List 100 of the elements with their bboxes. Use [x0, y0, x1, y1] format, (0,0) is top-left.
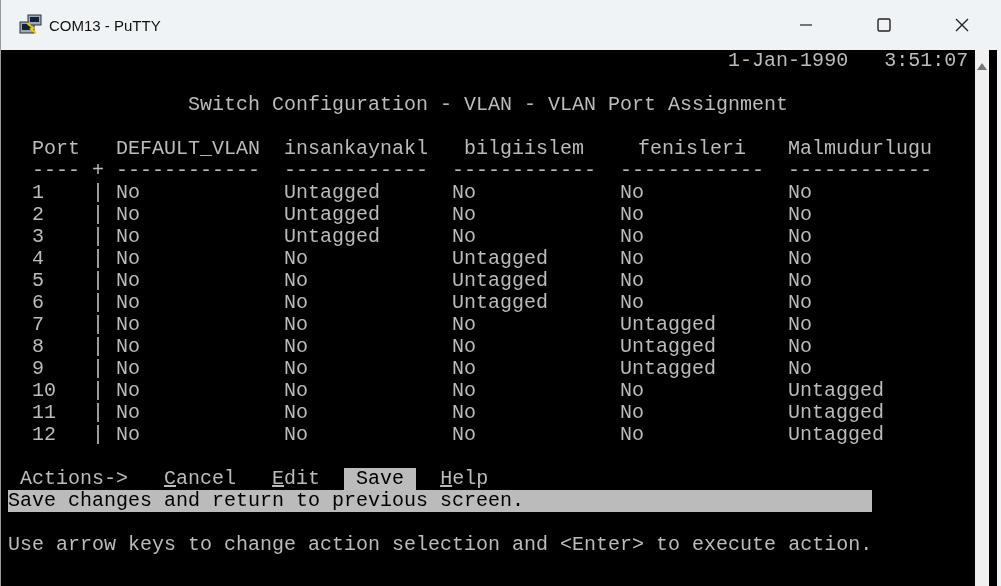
scroll-up-icon[interactable]	[977, 62, 987, 70]
table-cell: No	[788, 357, 813, 380]
table-cell: Untagged	[620, 313, 717, 336]
table-cell: No	[452, 335, 477, 358]
date-text: 1-Jan-1990	[728, 50, 849, 72]
table-cell: No	[116, 269, 140, 292]
table-cell: No	[116, 203, 140, 226]
table-cell: No	[452, 313, 477, 336]
table-cell: No	[116, 357, 140, 380]
table-cell: No	[788, 335, 813, 358]
table-cell: No	[452, 181, 477, 204]
column-header: insankaynakl	[284, 137, 429, 160]
table-cell: No	[284, 379, 309, 402]
column-header: Malmudurlugu	[788, 137, 933, 160]
close-icon[interactable]	[954, 17, 970, 33]
terminal-icon	[19, 14, 43, 36]
rule-text: ------------	[116, 159, 261, 182]
window-title: COM13 - PuTTY	[49, 16, 161, 34]
port-number: 6	[32, 291, 44, 314]
table-cell: No	[788, 225, 813, 248]
table-cell: Untagged	[452, 269, 549, 292]
table-cell: No	[788, 203, 813, 226]
table-cell: No	[452, 401, 477, 424]
rule-text: +	[92, 159, 104, 182]
time-text: 3:51:07	[884, 50, 969, 72]
table-cell: Untagged	[284, 225, 381, 248]
table-cell: No	[284, 269, 309, 292]
table-cell: No	[620, 203, 645, 226]
table-cell: No	[284, 247, 309, 270]
port-number: 8	[32, 335, 44, 358]
table-cell: No	[284, 335, 309, 358]
row-separator: |	[92, 181, 104, 204]
action-item[interactable]: Help	[428, 468, 501, 490]
table-cell: No	[788, 291, 813, 314]
port-number: 4	[32, 247, 44, 270]
table-cell: No	[452, 379, 477, 402]
row-separator: |	[92, 379, 104, 402]
port-number: 10	[32, 379, 56, 402]
rule-text: ----	[32, 159, 80, 182]
row-separator: |	[92, 357, 104, 380]
row-separator: |	[92, 423, 104, 446]
rule-text: ------------	[452, 159, 597, 182]
row-separator: |	[92, 335, 104, 358]
table-cell: No	[116, 401, 140, 424]
rule-text: ------------	[284, 159, 429, 182]
column-header: fenisleri	[638, 137, 747, 160]
hint-text: Use arrow keys to change action selection and <Enter> to execute action.	[8, 534, 873, 556]
table-cell: Untagged	[452, 247, 549, 270]
table-cell: No	[116, 379, 140, 402]
table-cell: No	[620, 247, 645, 270]
table-cell: No	[116, 423, 140, 446]
port-number: 2	[32, 203, 44, 226]
table-cell: No	[788, 247, 813, 270]
table-cell: No	[788, 269, 813, 292]
table-cell: No	[620, 379, 645, 402]
table-cell: Untagged	[788, 401, 885, 424]
port-number: 12	[32, 423, 56, 446]
row-separator: |	[92, 225, 104, 248]
port-number: 11	[32, 401, 56, 424]
table-cell: No	[452, 225, 477, 248]
table-cell: No	[116, 181, 140, 204]
table-cell: No	[620, 423, 645, 446]
screen-heading: Switch Configuration - VLAN - VLAN Port Assignment	[188, 94, 789, 116]
table-cell: No	[116, 291, 140, 314]
table-cell: No	[452, 423, 477, 446]
table-cell: No	[284, 313, 309, 336]
table-cell: No	[284, 357, 309, 380]
table-cell: No	[284, 423, 309, 446]
action-item[interactable]: Edit	[260, 468, 333, 490]
maximize-icon[interactable]	[876, 17, 892, 33]
column-header: Port	[32, 137, 80, 160]
table-cell: No	[284, 401, 309, 424]
table-cell: No	[116, 225, 140, 248]
table-cell: No	[620, 291, 645, 314]
row-separator: |	[92, 269, 104, 292]
port-number: 9	[32, 357, 44, 380]
table-cell: Untagged	[620, 357, 717, 380]
row-separator: |	[92, 291, 104, 314]
actions-label: Actions->	[20, 468, 129, 490]
table-cell: No	[788, 181, 813, 204]
table-cell: Untagged	[788, 423, 885, 446]
port-number: 5	[32, 269, 44, 292]
table-cell: No	[788, 313, 813, 336]
rule-text: ------------	[788, 159, 933, 182]
port-number: 7	[32, 313, 44, 336]
action-item[interactable]: Cancel	[152, 468, 249, 490]
column-header: DEFAULT_VLAN	[116, 137, 261, 160]
table-cell: Untagged	[284, 181, 381, 204]
table-cell: Untagged	[452, 291, 549, 314]
table-cell: No	[116, 247, 140, 270]
table-cell: Untagged	[284, 203, 381, 226]
column-header: bilgiislem	[464, 137, 585, 160]
action-item[interactable]: Save	[344, 468, 417, 490]
table-cell: No	[116, 335, 140, 358]
row-separator: |	[92, 401, 104, 424]
table-cell: No	[116, 313, 140, 336]
row-separator: |	[92, 247, 104, 270]
table-cell: No	[620, 269, 645, 292]
table-cell: Untagged	[620, 335, 717, 358]
port-number: 3	[32, 225, 44, 248]
